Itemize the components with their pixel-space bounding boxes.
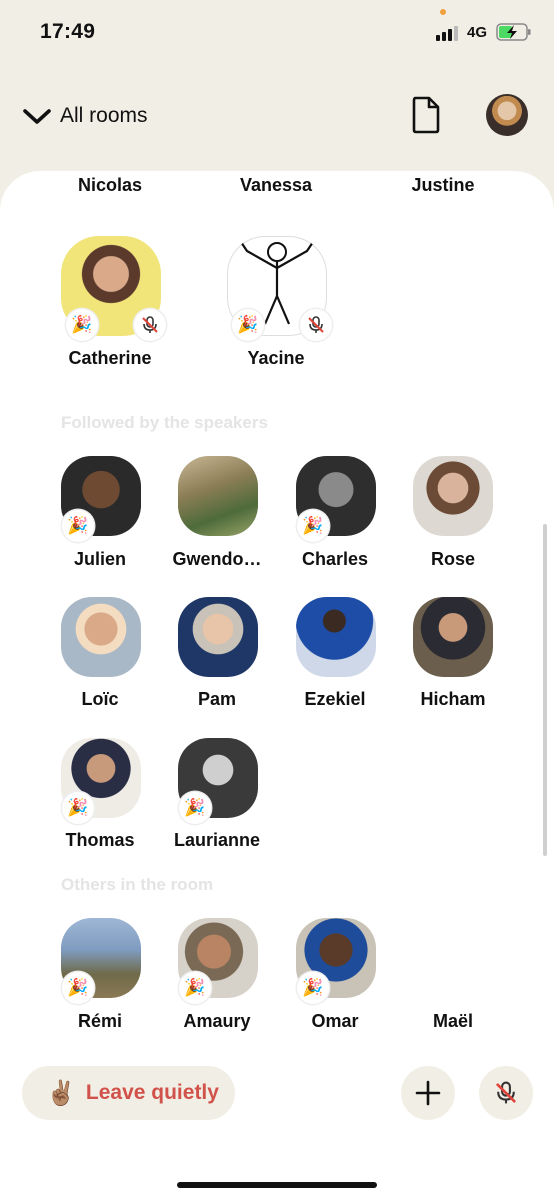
listener-name: Amaury: [183, 1011, 251, 1031]
room-sheet[interactable]: Nicolas Vanessa Justine 🎉 Catherine 🎉 Ya…: [0, 171, 554, 1200]
listener-name: Rose: [430, 549, 475, 569]
speaker-name: Catherine: [68, 348, 152, 368]
listener-avatar[interactable]: [178, 597, 258, 677]
all-rooms-back-button[interactable]: All rooms: [22, 100, 148, 132]
listener-name: Charles: [301, 549, 369, 569]
celebration-badge: 🎉: [179, 792, 211, 824]
privacy-indicator-dot: [440, 9, 446, 15]
add-button[interactable]: [401, 1066, 455, 1120]
celebration-badge: 🎉: [297, 972, 329, 1004]
speaker-name: Nicolas: [77, 175, 143, 195]
listener-name: Loïc: [81, 689, 119, 709]
listener-name: Hicham: [420, 689, 486, 709]
all-rooms-label: All rooms: [60, 104, 148, 127]
document-icon[interactable]: [410, 96, 442, 134]
listener-avatar[interactable]: [413, 456, 493, 536]
celebration-badge: 🎉: [66, 309, 98, 341]
celebration-badge: 🎉: [62, 972, 94, 1004]
battery-charging-icon: [496, 23, 531, 41]
status-bar: 17:49 4G: [0, 0, 554, 66]
network-type: 4G: [467, 24, 488, 41]
celebration-badge: 🎉: [62, 510, 94, 542]
mute-toggle-button[interactable]: [479, 1066, 533, 1120]
listener-name: Pam: [197, 689, 237, 709]
profile-avatar[interactable]: [486, 94, 528, 136]
listener-avatar[interactable]: [413, 597, 493, 677]
listener-name: Rémi: [77, 1011, 122, 1031]
leave-quietly-button[interactable]: ✌🏽 Leave quietly: [22, 1066, 235, 1120]
listener-name: Thomas: [65, 830, 135, 850]
home-indicator[interactable]: [177, 1182, 377, 1188]
section-followed-title: Followed by the speakers: [61, 413, 268, 432]
speaker-name: Yacine: [247, 348, 305, 368]
celebration-badge: 🎉: [297, 510, 329, 542]
celebration-badge: 🎉: [62, 792, 94, 824]
plus-icon: [415, 1080, 441, 1106]
celebration-badge: 🎉: [232, 309, 264, 341]
status-time: 17:49: [40, 20, 96, 43]
section-others-title: Others in the room: [61, 875, 214, 894]
chevron-down-icon: [23, 109, 51, 124]
listener-name: Ezekiel: [304, 689, 366, 709]
listener-avatar[interactable]: [413, 918, 493, 998]
listener-avatar[interactable]: [296, 597, 376, 677]
speaker-name: Justine: [411, 175, 475, 195]
peace-hand-icon: ✌🏽: [46, 1079, 76, 1107]
listener-name: Julien: [73, 549, 126, 569]
mic-muted-icon: [134, 309, 166, 341]
mic-muted-icon: [495, 1081, 517, 1104]
listener-avatar[interactable]: [178, 456, 258, 536]
celebration-badge: 🎉: [179, 972, 211, 1004]
speaker-name: Vanessa: [239, 175, 313, 195]
cellular-signal-icon: [436, 25, 460, 41]
listener-name: Omar: [311, 1011, 359, 1031]
listener-name: Gwendo…: [172, 549, 262, 569]
mic-muted-icon: [300, 309, 332, 341]
listener-avatar[interactable]: [61, 597, 141, 677]
listener-name: Maël: [432, 1011, 474, 1031]
leave-quietly-label: Leave quietly: [85, 1081, 219, 1104]
listener-name: Laurianne: [173, 830, 261, 850]
scroll-indicator[interactable]: [543, 524, 547, 856]
